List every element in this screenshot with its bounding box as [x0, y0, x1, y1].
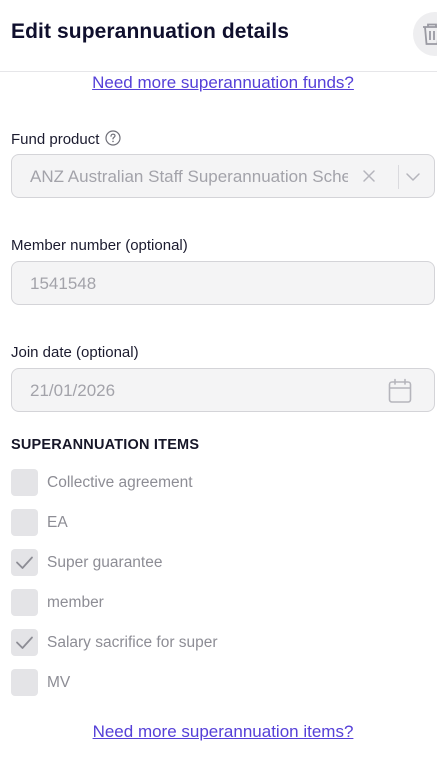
super-item-mv[interactable]: MV [11, 669, 311, 697]
fund-product-label-text: Fund product [11, 131, 100, 148]
calendar-icon[interactable] [388, 378, 412, 404]
check-icon [16, 636, 33, 649]
checkbox[interactable] [11, 589, 38, 616]
member-number-value: 1541548 [30, 274, 97, 293]
join-date-label: Join date (optional) [11, 344, 139, 361]
fund-product-value: ANZ Australian Staff Superannuation Sche… [30, 167, 348, 186]
member-number-input[interactable]: 1541548 [11, 261, 435, 305]
select-divider [398, 165, 399, 189]
item-label: Collective agreement [47, 474, 193, 491]
chevron-down-icon[interactable] [405, 170, 421, 184]
check-icon [16, 556, 33, 569]
super-item-super-guarantee[interactable]: Super guarantee [11, 549, 311, 577]
item-label: member [47, 594, 104, 611]
item-label: MV [47, 674, 71, 691]
checkbox-checked[interactable] [11, 629, 38, 656]
page-title: Edit superannuation details [11, 20, 290, 43]
fund-product-select[interactable]: ANZ Australian Staff Superannuation Sche… [11, 154, 435, 198]
item-label: Salary sacrifice for super [47, 634, 218, 651]
more-items-link[interactable]: Need more superannuation items? [0, 722, 437, 742]
member-number-label: Member number (optional) [11, 237, 188, 254]
checkbox[interactable] [11, 509, 38, 536]
join-date-value: 21/01/2026 [30, 381, 116, 400]
super-items-heading: SUPERANNUATION ITEMS [11, 437, 200, 453]
trash-icon [423, 23, 437, 45]
super-item-salary-sacrifice[interactable]: Salary sacrifice for super [11, 629, 311, 657]
super-item-collective-agreement[interactable]: Collective agreement [11, 469, 311, 497]
delete-button[interactable] [413, 12, 437, 56]
item-label: EA [47, 514, 68, 531]
super-item-ea[interactable]: EA [11, 509, 311, 537]
super-item-member[interactable]: member [11, 589, 311, 617]
checkbox[interactable] [11, 469, 38, 496]
join-date-input[interactable]: 21/01/2026 [11, 368, 435, 412]
fund-product-label: Fund product [11, 130, 121, 148]
checkbox[interactable] [11, 669, 38, 696]
drawer-header: Edit superannuation details [0, 0, 437, 72]
checkbox-checked[interactable] [11, 549, 38, 576]
more-funds-link[interactable]: Need more superannuation funds? [0, 73, 437, 93]
question-circle-icon[interactable] [105, 130, 121, 146]
item-label: Super guarantee [47, 554, 163, 571]
close-icon[interactable] [361, 168, 377, 184]
